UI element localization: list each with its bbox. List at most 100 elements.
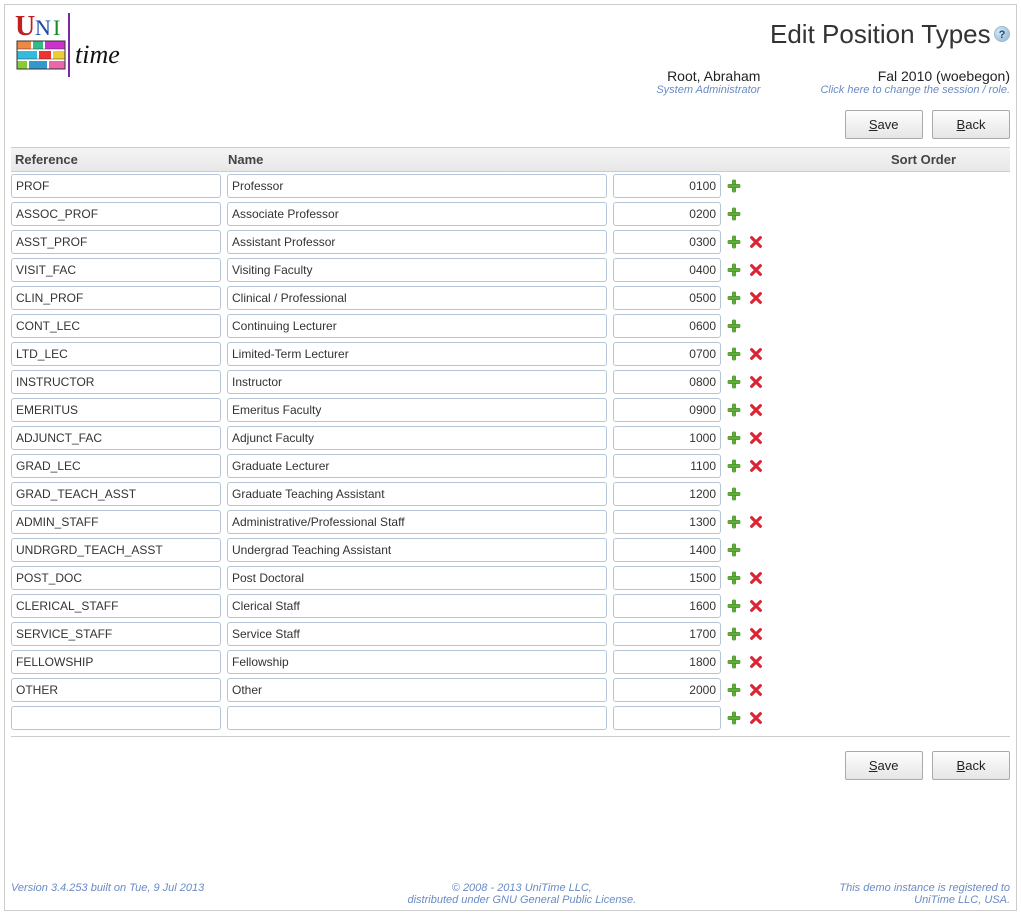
add-icon[interactable] [727,235,741,249]
add-icon[interactable] [727,403,741,417]
sort-order-input[interactable] [613,482,721,506]
add-icon[interactable] [727,683,741,697]
add-icon[interactable] [727,263,741,277]
sort-order-input[interactable] [613,174,721,198]
name-input[interactable] [227,286,607,310]
reference-input[interactable] [11,482,221,506]
sort-order-input[interactable] [613,426,721,450]
reference-input[interactable] [11,454,221,478]
reference-input[interactable] [11,622,221,646]
add-icon[interactable] [727,291,741,305]
name-input[interactable] [227,510,607,534]
delete-icon[interactable] [749,403,763,417]
name-input[interactable] [227,230,607,254]
name-input[interactable] [227,454,607,478]
reference-input[interactable] [11,566,221,590]
add-icon[interactable] [727,515,741,529]
name-input[interactable] [227,650,607,674]
add-icon[interactable] [727,487,741,501]
name-input[interactable] [227,370,607,394]
reference-input[interactable] [11,174,221,198]
name-input[interactable] [227,342,607,366]
add-icon[interactable] [727,431,741,445]
delete-icon[interactable] [749,655,763,669]
reference-input[interactable] [11,678,221,702]
sort-order-input[interactable] [613,342,721,366]
delete-icon[interactable] [749,515,763,529]
delete-icon[interactable] [749,627,763,641]
name-input[interactable] [227,426,607,450]
sort-order-input[interactable] [613,706,721,730]
sort-order-input[interactable] [613,622,721,646]
name-input[interactable] [227,594,607,618]
save-button[interactable]: Save [845,110,923,139]
add-icon[interactable] [727,571,741,585]
delete-icon[interactable] [749,459,763,473]
name-input[interactable] [227,174,607,198]
reference-input[interactable] [11,510,221,534]
add-icon[interactable] [727,711,741,725]
add-icon[interactable] [727,655,741,669]
name-input[interactable] [227,258,607,282]
reference-input[interactable] [11,230,221,254]
name-input[interactable] [227,566,607,590]
delete-icon[interactable] [749,683,763,697]
reference-input[interactable] [11,594,221,618]
reference-input[interactable] [11,398,221,422]
save-button[interactable]: Save [845,751,923,780]
sort-order-input[interactable] [613,202,721,226]
delete-icon[interactable] [749,291,763,305]
name-input[interactable] [227,202,607,226]
sort-order-input[interactable] [613,538,721,562]
add-icon[interactable] [727,375,741,389]
delete-icon[interactable] [749,347,763,361]
add-icon[interactable] [727,459,741,473]
back-button[interactable]: Back [932,751,1010,780]
add-icon[interactable] [727,179,741,193]
reference-input[interactable] [11,538,221,562]
sort-order-input[interactable] [613,398,721,422]
delete-icon[interactable] [749,263,763,277]
name-input[interactable] [227,398,607,422]
sort-order-input[interactable] [613,650,721,674]
reference-input[interactable] [11,202,221,226]
reference-input[interactable] [11,370,221,394]
reference-input[interactable] [11,314,221,338]
name-input[interactable] [227,622,607,646]
delete-icon[interactable] [749,711,763,725]
sort-order-input[interactable] [613,370,721,394]
name-input[interactable] [227,538,607,562]
delete-icon[interactable] [749,431,763,445]
sort-order-input[interactable] [613,510,721,534]
reference-input[interactable] [11,342,221,366]
name-input[interactable] [227,482,607,506]
add-icon[interactable] [727,319,741,333]
delete-icon[interactable] [749,599,763,613]
name-input[interactable] [227,314,607,338]
add-icon[interactable] [727,207,741,221]
delete-icon[interactable] [749,235,763,249]
add-icon[interactable] [727,347,741,361]
delete-icon[interactable] [749,375,763,389]
help-icon[interactable]: ? [994,26,1010,42]
sort-order-input[interactable] [613,678,721,702]
reference-input[interactable] [11,706,221,730]
back-button[interactable]: Back [932,110,1010,139]
sort-order-input[interactable] [613,286,721,310]
sort-order-input[interactable] [613,314,721,338]
reference-input[interactable] [11,286,221,310]
reference-input[interactable] [11,426,221,450]
sort-order-input[interactable] [613,454,721,478]
reference-input[interactable] [11,650,221,674]
name-input[interactable] [227,678,607,702]
add-icon[interactable] [727,543,741,557]
sort-order-input[interactable] [613,258,721,282]
add-icon[interactable] [727,599,741,613]
reference-input[interactable] [11,258,221,282]
sort-order-input[interactable] [613,566,721,590]
sort-order-input[interactable] [613,230,721,254]
sort-order-input[interactable] [613,594,721,618]
add-icon[interactable] [727,627,741,641]
name-input[interactable] [227,706,607,730]
delete-icon[interactable] [749,571,763,585]
